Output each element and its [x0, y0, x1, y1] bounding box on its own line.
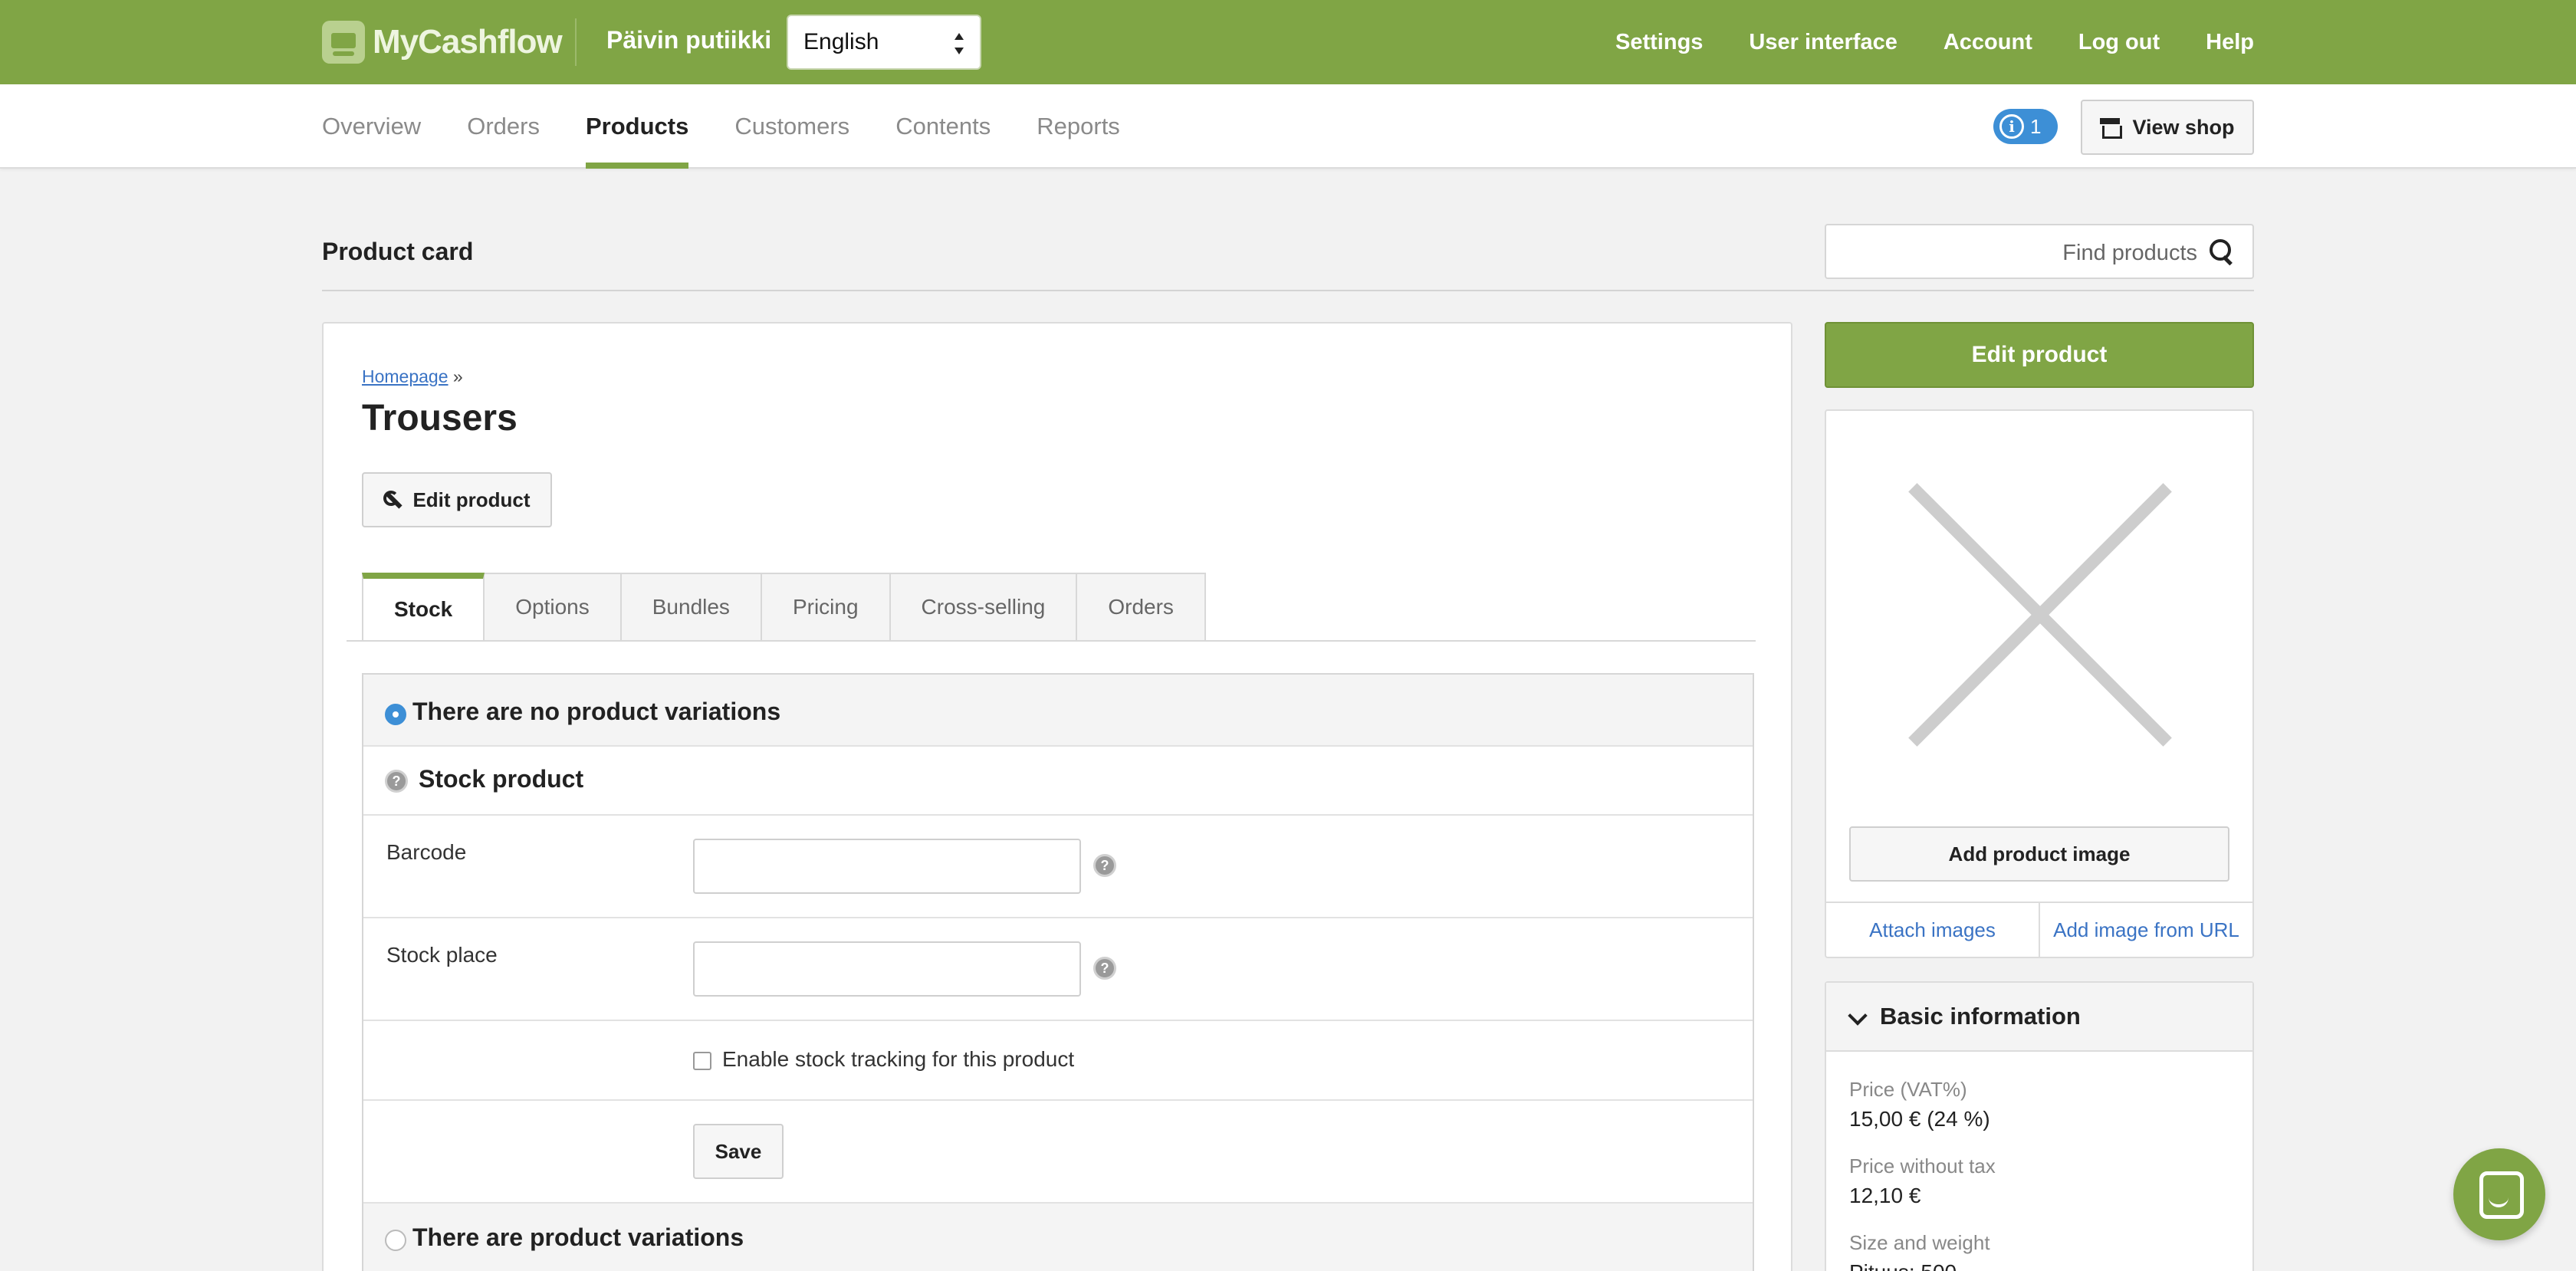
logo-icon	[322, 21, 365, 64]
topnav-account[interactable]: Account	[1944, 30, 2032, 55]
barcode-input[interactable]	[693, 839, 1081, 894]
nav-tab-contents[interactable]: Contents	[895, 84, 991, 169]
logo[interactable]: MyCashflow	[322, 20, 563, 64]
attach-images-link[interactable]: Attach images	[1826, 903, 2040, 957]
divider	[347, 640, 1756, 642]
save-row: Save	[363, 1101, 1753, 1204]
help-icon[interactable]: ?	[1093, 854, 1116, 877]
logo-text: MyCashflow	[373, 23, 563, 61]
info-icon: i	[1999, 114, 2024, 139]
price-without-tax-label: Price without tax	[1849, 1154, 1996, 1177]
stock-settings: There are no product variations ? Stock …	[362, 673, 1754, 1271]
nav-tab-products[interactable]: Products	[585, 84, 689, 169]
nav-tab-orders[interactable]: Orders	[467, 84, 540, 169]
help-icon[interactable]: ?	[385, 770, 408, 793]
notification-badge[interactable]: i 1	[1993, 109, 2058, 144]
add-product-image-button[interactable]: Add product image	[1849, 826, 2229, 882]
language-select[interactable]: English	[787, 15, 981, 70]
top-nav: Settings User interface Account Log out …	[1615, 0, 2254, 84]
basic-information-header[interactable]: Basic information	[1826, 983, 2252, 1052]
search-icon[interactable]	[2210, 239, 2236, 267]
stock-tracking-row: Enable stock tracking for this product	[363, 1021, 1753, 1101]
search-placeholder: Find products	[2062, 241, 2197, 265]
basic-information-card: Basic information Price (VAT%) 15,00 € (…	[1825, 981, 2254, 1271]
store-icon	[2100, 118, 2123, 139]
topnav-help[interactable]: Help	[2206, 30, 2254, 55]
chevron-down-icon	[1848, 1006, 1868, 1026]
image-links: Attach images Add image from URL	[1826, 902, 2252, 957]
no-variations-radio[interactable]	[385, 704, 406, 725]
product-panel: Homepage » Trousers Edit product Stock O…	[322, 322, 1792, 1271]
stock-tracking-label[interactable]: Enable stock tracking for this product	[722, 1047, 1074, 1072]
breadcrumb-homepage[interactable]: Homepage	[362, 366, 449, 386]
wrench-icon	[383, 491, 402, 509]
price-vat-value: 15,00 € (24 %)	[1849, 1107, 1990, 1131]
language-select-value: English	[803, 29, 879, 54]
breadcrumb: Homepage »	[362, 366, 463, 387]
variations-row[interactable]: There are product variations	[363, 1204, 1753, 1271]
tab-orders[interactable]: Orders	[1077, 573, 1206, 642]
stock-tracking-checkbox[interactable]	[693, 1052, 711, 1070]
stock-place-label: Stock place	[386, 943, 498, 967]
stock-product-label: Stock product	[419, 765, 584, 793]
size-weight-label: Size and weight	[1849, 1231, 1990, 1254]
shop-name[interactable]: Päivin putiikki	[606, 26, 771, 54]
top-bar: MyCashflow Päivin putiikki English Setti…	[0, 0, 2576, 84]
topnav-log-out[interactable]: Log out	[2078, 30, 2160, 55]
search-input[interactable]: Find products	[1825, 224, 2254, 279]
divider	[575, 18, 577, 66]
page-title: Product card	[322, 238, 474, 265]
help-icon[interactable]: ?	[1093, 957, 1116, 980]
view-shop-button[interactable]: View shop	[2081, 100, 2254, 155]
topnav-user-interface[interactable]: User interface	[1749, 30, 1897, 55]
tab-pricing[interactable]: Pricing	[761, 573, 891, 642]
save-button[interactable]: Save	[693, 1124, 784, 1179]
stock-product-row: ? Stock product	[363, 747, 1753, 816]
breadcrumb-separator: »	[452, 366, 463, 386]
notification-count: 1	[2030, 114, 2042, 138]
main-nav: Overview Orders Products Customers Conte…	[0, 84, 2576, 169]
image-placeholder-icon	[1891, 465, 2190, 764]
tab-bundles[interactable]: Bundles	[621, 573, 762, 642]
variations-label: There are product variations	[412, 1223, 744, 1251]
add-image-from-url-link[interactable]: Add image from URL	[2040, 903, 2252, 957]
stock-place-row: Stock place ?	[363, 918, 1753, 1021]
price-vat-label: Price (VAT%)	[1849, 1078, 1967, 1101]
product-tabs: Stock Options Bundles Pricing Cross-sell…	[362, 573, 1206, 642]
nav-tab-reports[interactable]: Reports	[1037, 84, 1120, 169]
product-title: Trousers	[362, 398, 518, 438]
divider	[322, 290, 2254, 291]
tab-options[interactable]: Options	[485, 573, 622, 642]
barcode-row: Barcode ?	[363, 816, 1753, 918]
chat-launcher-icon[interactable]	[2453, 1148, 2545, 1240]
size-weight-value: Pituus: 500	[1849, 1260, 1957, 1271]
select-arrows-icon	[954, 33, 964, 54]
edit-product-primary-button[interactable]: Edit product	[1825, 322, 2254, 388]
variations-radio[interactable]	[385, 1230, 406, 1251]
product-image-card: Add product image Attach images Add imag…	[1825, 409, 2254, 958]
basic-information-title: Basic information	[1880, 1003, 2081, 1030]
no-variations-label: There are no product variations	[412, 698, 781, 725]
topnav-settings[interactable]: Settings	[1615, 30, 1703, 55]
no-variations-row[interactable]: There are no product variations	[363, 675, 1753, 747]
edit-product-label: Edit product	[412, 488, 531, 511]
tab-cross-selling[interactable]: Cross-selling	[890, 573, 1078, 642]
nav-tab-customers[interactable]: Customers	[734, 84, 849, 169]
nav-tab-overview[interactable]: Overview	[322, 84, 421, 169]
barcode-label: Barcode	[386, 840, 467, 864]
tab-stock[interactable]: Stock	[362, 573, 485, 642]
price-without-tax-value: 12,10 €	[1849, 1184, 1921, 1207]
edit-product-button[interactable]: Edit product	[362, 472, 552, 527]
view-shop-label: View shop	[2132, 115, 2235, 139]
stock-place-input[interactable]	[693, 941, 1081, 997]
